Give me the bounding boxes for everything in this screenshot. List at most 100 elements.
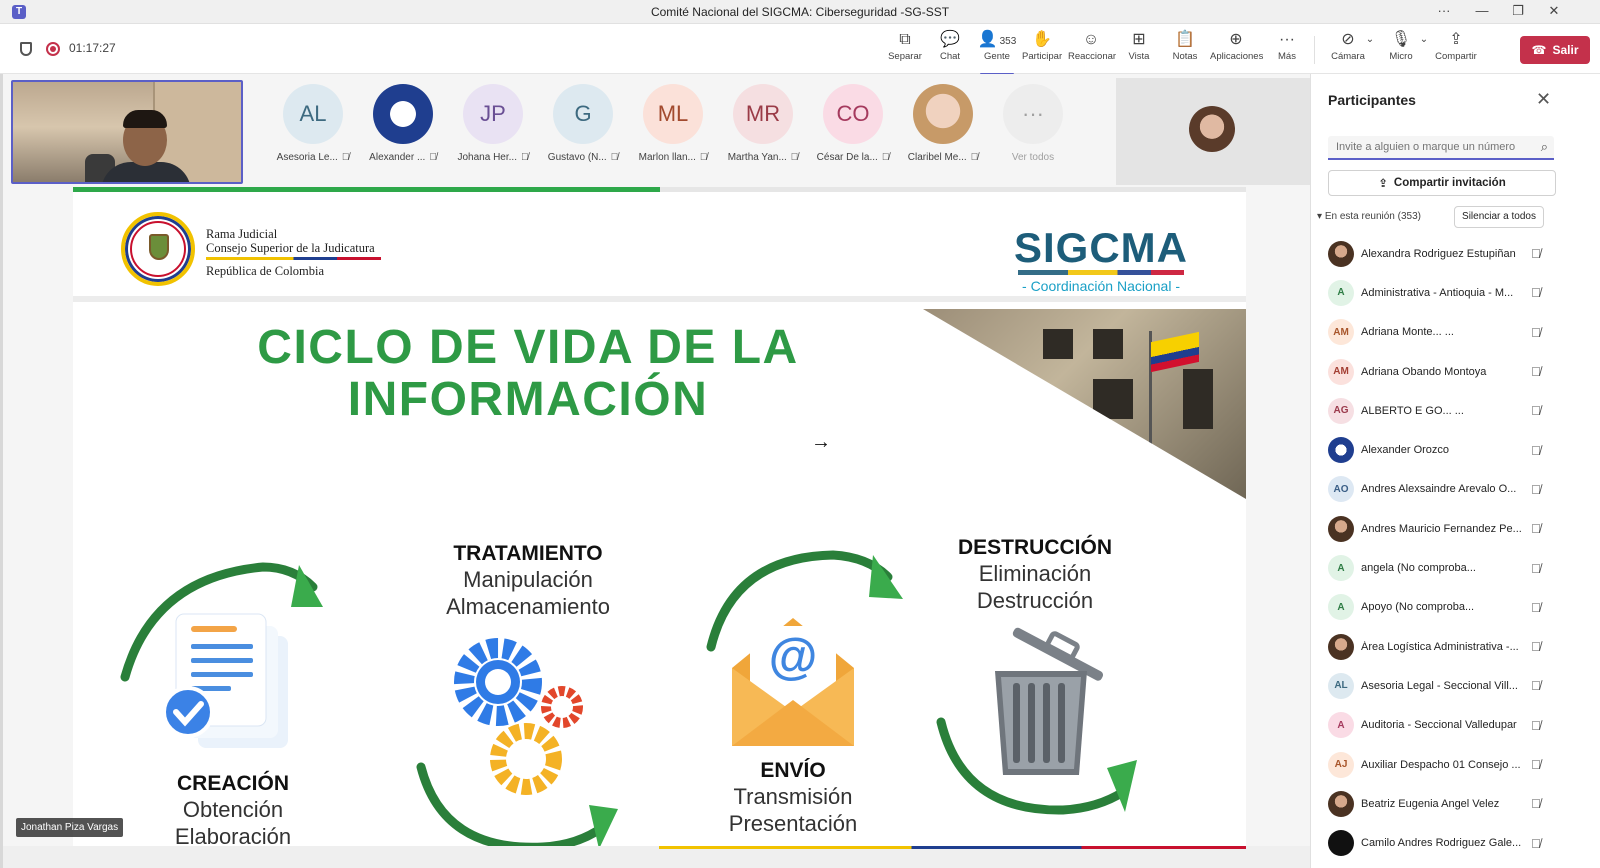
list-item[interactable]: Camilo Andres Rodriguez Gale... 🎙̸ bbox=[1311, 823, 1600, 862]
mic-button[interactable]: 🎙 Micro bbox=[1386, 29, 1416, 71]
react-button[interactable]: ☺ Reaccionar bbox=[1068, 29, 1116, 71]
participant-tile[interactable]: AL Asesoria Le... 🎙̸ bbox=[273, 84, 353, 184]
more-icon: ··· bbox=[1003, 84, 1063, 144]
search-icon: ⌕ bbox=[1540, 139, 1548, 154]
avatar bbox=[1328, 515, 1354, 542]
avatar bbox=[1328, 790, 1354, 817]
mic-muted-icon: 🎙̸ bbox=[520, 152, 529, 163]
close-panel-button[interactable]: ✕ bbox=[1536, 89, 1551, 110]
participant-tile[interactable]: Alexander ... 🎙̸ bbox=[363, 84, 443, 184]
list-item[interactable]: AJ Auxiliar Despacho 01 Consejo ... 🎙̸ bbox=[1311, 745, 1600, 784]
recording-icon bbox=[46, 42, 60, 56]
stage-envio: ENVÍO Transmisión Presentación bbox=[728, 759, 858, 836]
organization-name: Rama Judicial Consejo Superior de la Jud… bbox=[206, 227, 381, 278]
apps-add-icon: ⊕ bbox=[1229, 31, 1243, 48]
share-invite-button[interactable]: ⇪ Compartir invitación bbox=[1328, 170, 1556, 196]
list-item[interactable]: Aangela (No comproba... 🎙̸ bbox=[1311, 548, 1600, 587]
shared-presentation: Rama Judicial Consejo Superior de la Jud… bbox=[73, 187, 1246, 847]
people-icon: 👤 bbox=[977, 31, 998, 48]
avatar: ML bbox=[643, 84, 703, 144]
mic-muted-icon: 🎙̸ bbox=[1531, 285, 1541, 301]
avatar bbox=[913, 84, 973, 144]
stage-tratamiento: TRATAMIENTO Manipulación Almacenamiento bbox=[446, 542, 610, 619]
mic-muted-icon: 🎙̸ bbox=[1531, 796, 1541, 812]
window-titlebar: T Comité Nacional del SIGCMA: Cibersegur… bbox=[0, 0, 1600, 24]
list-item[interactable]: Alexandra Rodriguez Estupiñan 🎙̸ bbox=[1311, 234, 1600, 273]
list-item[interactable]: A Administrativa - Antioquia - M... 🎙̸ bbox=[1311, 273, 1600, 312]
chevron-down-icon: ⌄ bbox=[1365, 34, 1375, 45]
mic-muted-icon: 🎙̸ bbox=[1531, 757, 1541, 772]
invite-input[interactable]: Invite a alguien o marque un número ⌕ bbox=[1328, 136, 1554, 160]
meeting-timer: 01:17:27 bbox=[69, 41, 116, 55]
mic-muted-icon: 🎙̸ bbox=[1531, 364, 1541, 380]
list-item[interactable]: AG ALBERTO E GO... ... 🎙̸ bbox=[1311, 391, 1600, 430]
chat-button[interactable]: 💬 Chat bbox=[936, 29, 964, 71]
list-item[interactable]: AO Andres Alexsaindre Arevalo O... 🎙̸ bbox=[1311, 470, 1600, 509]
participant-tile[interactable]: JP Johana Her... 🎙̸ bbox=[453, 84, 533, 184]
window-close-button[interactable]: ✕ bbox=[1536, 0, 1572, 24]
camera-off-icon: ⊘ bbox=[1341, 31, 1355, 48]
mic-muted-icon: 🎙̸ bbox=[1531, 599, 1541, 615]
share-icon: ⇪ bbox=[1378, 178, 1388, 190]
participant-tile[interactable]: Claribel Me... 🎙̸ bbox=[903, 84, 983, 184]
list-item[interactable]: AM Adriana Monte... ... 🎙̸ bbox=[1311, 313, 1600, 352]
apps-button[interactable]: ⊕ Aplicaciones bbox=[1210, 29, 1263, 71]
camera-options-chevron[interactable]: ⌄ bbox=[1364, 29, 1376, 71]
mic-muted-icon: 🎙̸ bbox=[970, 152, 979, 163]
list-item[interactable]: A Auditoria - Seccional Valledupar 🎙̸ bbox=[1311, 706, 1600, 745]
meeting-stage: AL Asesoria Le... 🎙̸ Alexander ... 🎙̸ JP J… bbox=[0, 74, 1341, 868]
sigcma-logo: SIGCMA - Coordinación Nacional - bbox=[1014, 224, 1188, 295]
camera-button[interactable]: ⊘ Cámara bbox=[1328, 29, 1368, 71]
mic-options-chevron[interactable]: ⌄ bbox=[1418, 29, 1430, 71]
participants-panel: Participantes ✕ Invite a alguien o marqu… bbox=[1310, 74, 1600, 868]
avatar: A bbox=[1328, 555, 1354, 582]
raise-hand-button[interactable]: ✋ Participar bbox=[1022, 29, 1062, 71]
participant-tile[interactable]: ML Marlon llan... 🎙̸ bbox=[633, 84, 713, 184]
mic-muted-icon: 🎙̸ bbox=[1531, 442, 1541, 458]
mic-muted-icon: 🎙̸ bbox=[1531, 481, 1541, 497]
people-button[interactable]: 👤 353 Gente bbox=[976, 29, 1018, 75]
notes-icon: 📋 bbox=[1175, 31, 1195, 48]
phone-hangup-icon: ☎ bbox=[1531, 43, 1547, 57]
mic-muted-icon: 🎙̸ bbox=[429, 152, 437, 163]
list-item[interactable]: Beatriz Eugenia Angel Velez 🎙̸ bbox=[1311, 784, 1600, 823]
avatar: AO bbox=[1328, 476, 1354, 503]
share-button[interactable]: ⇪ Compartir bbox=[1434, 29, 1478, 71]
list-item[interactable]: AL Asesoria Legal - Seccional Vill... 🎙̸ bbox=[1311, 666, 1600, 705]
see-all-participants[interactable]: ··· Ver todos bbox=[993, 84, 1073, 184]
mic-muted-icon: 🎙̸ bbox=[1531, 560, 1541, 576]
emoji-icon: ☺ bbox=[1082, 31, 1100, 48]
avatar: AL bbox=[1328, 672, 1354, 699]
list-item[interactable]: Área Logística Administrativa -... 🎙̸ bbox=[1311, 627, 1600, 666]
window-minimize-button[interactable]: — bbox=[1464, 0, 1500, 24]
detach-button[interactable]: ⧉ Separar bbox=[888, 29, 922, 71]
stage-creacion: CREACIÓN Obtención Elaboración bbox=[174, 772, 292, 847]
window-more-button[interactable]: ··· bbox=[1426, 0, 1462, 24]
mic-muted-icon: 🎙̸ bbox=[1531, 246, 1541, 262]
participant-video-tile[interactable] bbox=[1116, 78, 1310, 185]
toolbar-divider bbox=[1314, 36, 1315, 64]
notes-button[interactable]: 📋 Notas bbox=[1170, 29, 1200, 71]
people-count: 353 bbox=[999, 36, 1017, 47]
avatar: AL bbox=[283, 84, 343, 144]
avatar bbox=[373, 84, 433, 144]
list-item[interactable]: A Apoyo (No comproba... 🎙̸ bbox=[1311, 588, 1600, 627]
mic-muted-icon: 🎙̸ bbox=[1531, 717, 1541, 733]
list-item[interactable]: Alexander Orozco 🎙̸ bbox=[1311, 430, 1600, 469]
mic-muted-icon: 🎙̸ bbox=[1531, 639, 1541, 655]
avatar bbox=[1328, 633, 1354, 660]
view-button[interactable]: ⊞ Vista bbox=[1126, 29, 1152, 71]
list-item[interactable]: Andres Mauricio Fernandez Pe... 🎙̸ bbox=[1311, 509, 1600, 548]
mic-muted-icon: 🎙̸ bbox=[1531, 403, 1541, 419]
avatar bbox=[1328, 437, 1354, 464]
leave-button[interactable]: ☎ Salir bbox=[1520, 36, 1590, 64]
more-button[interactable]: ··· Más bbox=[1274, 29, 1300, 71]
participant-tile[interactable]: MR Martha Yan... 🎙̸ bbox=[723, 84, 803, 184]
self-video-tile[interactable] bbox=[11, 80, 243, 184]
window-maximize-button[interactable]: ❐ bbox=[1500, 0, 1536, 24]
participant-tile[interactable]: G Gustavo (N... 🎙̸ bbox=[543, 84, 623, 184]
list-item[interactable]: AM Adriana Obando Montoya 🎙̸ bbox=[1311, 352, 1600, 391]
mute-all-button[interactable]: Silenciar a todos bbox=[1454, 206, 1544, 228]
participant-tile[interactable]: CO César De la... 🎙̸ bbox=[813, 84, 893, 184]
in-meeting-section-header[interactable]: ▾ En esta reunión (353) bbox=[1317, 211, 1421, 222]
